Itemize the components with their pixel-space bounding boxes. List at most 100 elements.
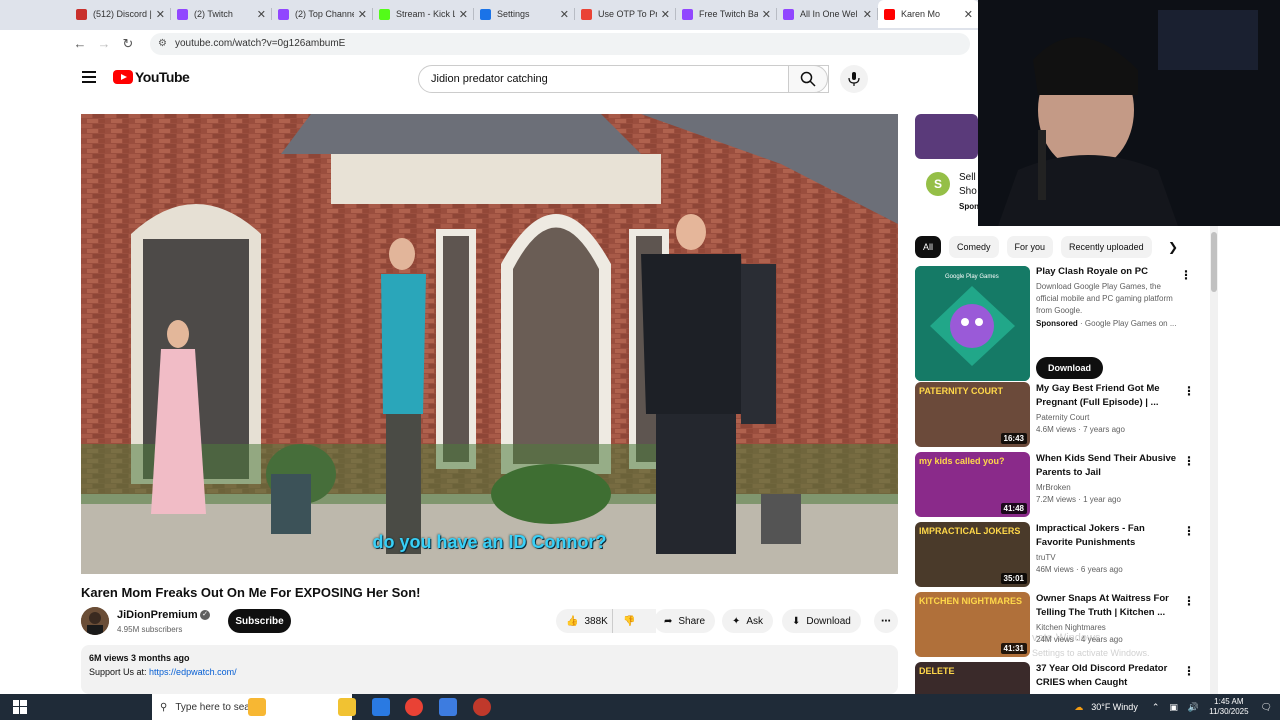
- views-date: 6M views 3 months ago: [89, 653, 190, 663]
- search-input[interactable]: Jidion predator catching ✕: [418, 65, 829, 93]
- close-tab-icon[interactable]: ✕: [358, 8, 367, 21]
- more-vert-icon[interactable]: ⋮: [1183, 594, 1195, 608]
- dislike-button[interactable]: 👎: [612, 609, 648, 633]
- filter-chip[interactable]: All: [915, 236, 942, 258]
- filter-chips: All Comedy For you Recently uploaded: [915, 236, 1160, 258]
- channel-name[interactable]: JiDionPremium: [117, 609, 198, 621]
- sponsored-download-button[interactable]: Download: [1036, 357, 1103, 379]
- reload-icon[interactable]: ↻: [116, 36, 140, 52]
- close-tab-icon[interactable]: ✕: [459, 8, 468, 21]
- youtube-logo[interactable]: YouTube: [113, 69, 190, 85]
- close-tab-icon[interactable]: ✕: [762, 8, 771, 21]
- browser-tab[interactable]: Free Twitch Ba ✕: [676, 0, 777, 28]
- browser-tab[interactable]: Use OTP To Pr ✕: [575, 0, 676, 28]
- sparkle-icon: ✦: [732, 615, 741, 627]
- filter-chip[interactable]: Recently uploaded: [1061, 236, 1152, 258]
- browser-tab[interactable]: (512) Discord | ✕: [70, 0, 171, 28]
- sponsored-item[interactable]: Google Play Games Play Clash Royale on P…: [915, 266, 1215, 382]
- video-player[interactable]: do you have an ID Connor?: [81, 114, 898, 574]
- support-link[interactable]: https://edpwatch.com/: [149, 667, 237, 677]
- browser-tab[interactable]: Stream - Kick L ✕: [373, 0, 474, 28]
- sponsored-thumbnail: Google Play Games: [915, 266, 1030, 381]
- more-vert-icon[interactable]: ⋮: [1183, 454, 1195, 468]
- chevron-up-icon[interactable]: ⌃: [1152, 702, 1160, 713]
- filter-chip[interactable]: For you: [1006, 236, 1054, 258]
- ad-thumbnail: [915, 114, 978, 159]
- sidebar-scrollbar[interactable]: [1210, 226, 1218, 694]
- task-view-icon[interactable]: [303, 698, 321, 716]
- volume-icon[interactable]: 🔊: [1188, 702, 1199, 713]
- close-tab-icon[interactable]: ✕: [863, 8, 872, 21]
- recommendation-info: Impractical Jokers - Fan Favorite Punish…: [1036, 522, 1178, 574]
- close-tab-icon[interactable]: ✕: [156, 8, 165, 21]
- browser-tab[interactable]: (2) Top Channe ✕: [272, 0, 373, 28]
- browser-tab[interactable]: All In One Wel ✕: [777, 0, 878, 28]
- more-vert-icon[interactable]: ⋮: [1183, 384, 1195, 398]
- share-button[interactable]: ➦ Share: [654, 609, 716, 633]
- ad-line-3: Spon: [959, 202, 978, 211]
- channel-avatar[interactable]: [81, 607, 109, 635]
- tab-favicon-icon: [783, 8, 794, 20]
- back-icon[interactable]: ←: [68, 36, 92, 51]
- widgets-icon[interactable]: [248, 698, 266, 716]
- close-tab-icon[interactable]: ✕: [257, 8, 266, 21]
- recommendation-item[interactable]: my kids called you? 41:48 When Kids Send T…: [915, 452, 1215, 522]
- recommendation-info: My Gay Best Friend Got Me Pregnant (Full…: [1036, 382, 1178, 434]
- browser-tab[interactable]: (2) Twitch ✕: [171, 0, 272, 28]
- site-info-icon[interactable]: ⚙: [158, 38, 167, 49]
- recommendation-meta: 46M views · 6 years ago: [1036, 565, 1123, 574]
- download-icon: ⬇: [792, 615, 801, 627]
- filter-chip[interactable]: Comedy: [949, 236, 999, 258]
- sponsored-by: · Google Play Games on ...: [1077, 319, 1177, 328]
- more-vert-icon[interactable]: ⋮: [1180, 268, 1192, 282]
- video-thumbnail: my kids called you? 41:48: [915, 452, 1030, 517]
- thumbnail-text: KITCHEN NIGHTMARES: [919, 596, 1022, 606]
- url-field[interactable]: ⚙ youtube.com/watch?v=0g126ambumE: [150, 32, 970, 55]
- chrome-icon[interactable]: [405, 698, 423, 716]
- close-tab-icon[interactable]: ✕: [661, 8, 670, 21]
- more-actions-button[interactable]: ⋯: [874, 609, 898, 633]
- sponsored-info: Play Clash Royale on PC Download Google …: [1036, 266, 1178, 328]
- menu-icon[interactable]: [82, 71, 96, 83]
- search-button[interactable]: [788, 65, 828, 93]
- ask-button[interactable]: ✦ Ask: [722, 609, 774, 633]
- notifications-icon[interactable]: 🗨: [1261, 702, 1272, 713]
- tab-favicon-icon: [76, 8, 87, 20]
- tab-title: (2) Twitch: [194, 9, 233, 19]
- video-thumbnail: KITCHEN NIGHTMARES 41:31: [915, 592, 1030, 657]
- obs-icon[interactable]: [473, 698, 491, 716]
- recommendation-info: 37 Year Old Discord Predator CRIES when …: [1036, 662, 1178, 690]
- file-explorer-icon[interactable]: [338, 698, 356, 716]
- tab-title: Use OTP To Pr: [598, 9, 657, 19]
- forward-icon[interactable]: →: [92, 36, 116, 51]
- recommendation-item[interactable]: IMPRACTICAL JOKERS 35:01 Impractical Joker…: [915, 522, 1215, 592]
- tab-favicon-icon: [278, 8, 289, 20]
- close-tab-icon[interactable]: ✕: [560, 8, 569, 21]
- more-vert-icon[interactable]: ⋮: [1183, 664, 1195, 678]
- scrollbar-thumb[interactable]: [1211, 232, 1217, 292]
- subscribe-button[interactable]: Subscribe: [228, 609, 291, 633]
- clock[interactable]: 1:45 AM 11/30/2025: [1209, 697, 1248, 717]
- recommendation-item[interactable]: PATERNITY COURT 16:43 My Gay Best Friend G…: [915, 382, 1215, 452]
- tab-title: Free Twitch Ba: [699, 9, 758, 19]
- browser-tab[interactable]: Settings ✕: [474, 0, 575, 28]
- windows-logo-icon: [13, 700, 27, 714]
- ad-line-2: Sho: [959, 186, 977, 197]
- webcam-overlay: [978, 0, 1280, 226]
- video-description[interactable]: 6M views 3 months ago Support Us at: htt…: [81, 645, 898, 694]
- edge-browser-icon[interactable]: [372, 698, 390, 716]
- video-duration: 16:43: [1000, 433, 1027, 444]
- chevron-right-icon[interactable]: ❯: [1168, 240, 1178, 254]
- browser-tab[interactable]: Karen Mo ✕: [878, 0, 979, 28]
- taskbar: ⚲ Type here to search ☁ 30°F Windy ⌃ ▣ 🔊…: [0, 694, 1280, 720]
- close-tab-icon[interactable]: ✕: [964, 8, 973, 21]
- windows-start-button[interactable]: [0, 694, 40, 720]
- network-icon[interactable]: ▣: [1169, 702, 1178, 713]
- thumbs-up-icon: 👍: [566, 615, 579, 627]
- voice-search-button[interactable]: [840, 65, 868, 93]
- ad-card[interactable]: S Sell Sho Spon: [915, 114, 978, 226]
- tab-favicon-icon: [581, 8, 592, 20]
- store-icon[interactable]: [439, 698, 457, 716]
- download-button[interactable]: ⬇ Download: [782, 609, 861, 633]
- more-vert-icon[interactable]: ⋮: [1183, 524, 1195, 538]
